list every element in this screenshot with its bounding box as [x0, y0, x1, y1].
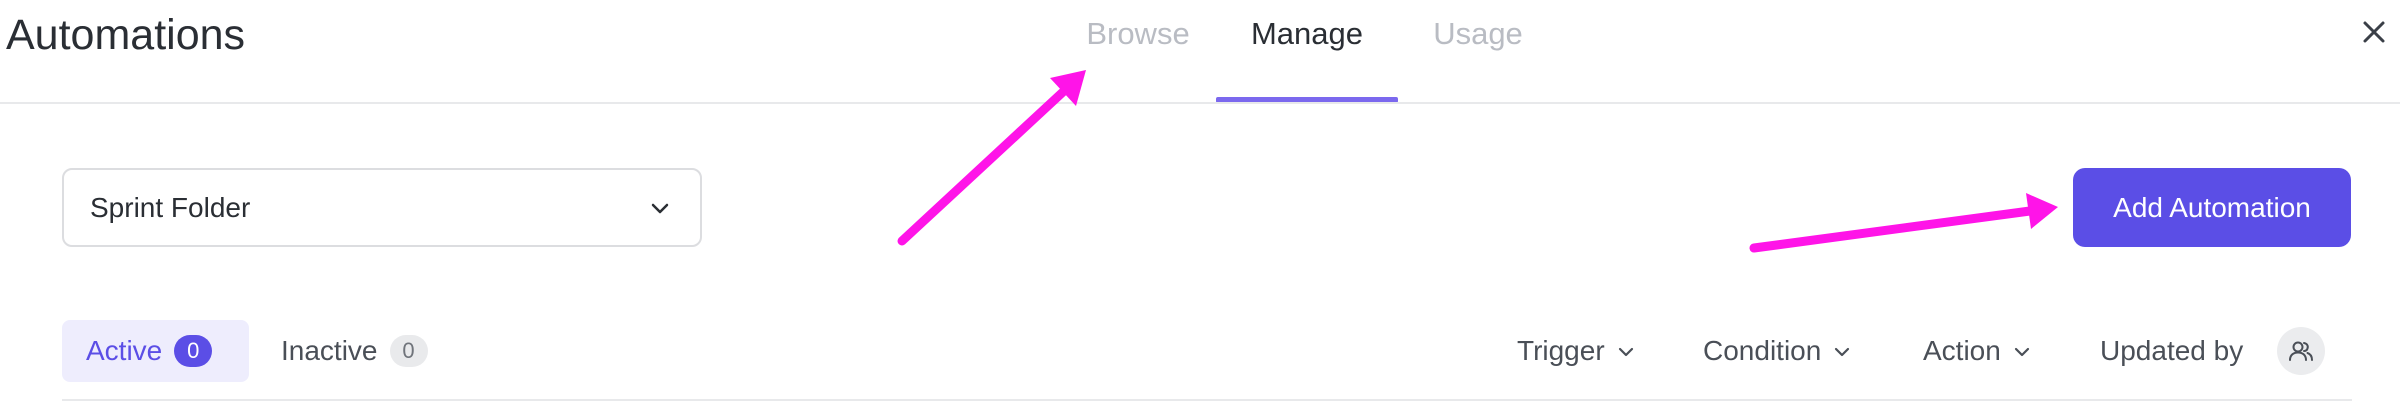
status-tab-active-label: Active: [86, 335, 163, 366]
close-icon: [2363, 21, 2385, 43]
folder-select-value: Sprint Folder: [90, 192, 251, 223]
inactive-count-badge: 0: [389, 335, 428, 367]
close-button[interactable]: [2356, 14, 2392, 50]
chevron-down-icon: [651, 203, 669, 214]
updated-by-avatar[interactable]: [2277, 327, 2325, 375]
filter-row-divider: [62, 399, 2352, 401]
tab-manage-label: Manage: [1250, 16, 1364, 51]
trigger-filter-label: Trigger: [1517, 335, 1605, 366]
status-tab-active[interactable]: Active 0: [62, 320, 249, 382]
chevron-down-icon: [2014, 347, 2029, 357]
updated-by-filter[interactable]: Updated by: [2100, 320, 2243, 382]
arrow-to-add-button: [1749, 193, 2058, 253]
trigger-filter[interactable]: Trigger: [1517, 320, 1635, 382]
add-automation-button[interactable]: Add Automation: [2073, 168, 2351, 247]
folder-select[interactable]: Sprint Folder: [62, 168, 702, 247]
tab-usage[interactable]: Usage: [1398, 0, 1558, 103]
condition-filter-label: Condition: [1703, 335, 1822, 366]
people-icon: [2289, 341, 2313, 361]
page-title: Automations: [6, 11, 246, 59]
header-divider: [0, 102, 2400, 104]
automations-page: Automations Browse Manage Usage Sprint F…: [0, 0, 2400, 414]
status-tab-inactive-label: Inactive: [281, 335, 378, 366]
status-tab-inactive[interactable]: Inactive 0: [257, 320, 457, 382]
tab-manage[interactable]: Manage: [1216, 0, 1398, 103]
chevron-down-icon: [1835, 347, 1850, 357]
action-filter[interactable]: Action: [1923, 320, 2031, 382]
action-filter-label: Action: [1923, 335, 2001, 366]
tab-browse[interactable]: Browse: [1058, 0, 1218, 103]
chevron-down-icon: [1618, 347, 1633, 357]
updated-by-filter-label: Updated by: [2100, 335, 2244, 366]
condition-filter[interactable]: Condition: [1703, 320, 1851, 382]
active-count-badge: 0: [174, 335, 213, 367]
